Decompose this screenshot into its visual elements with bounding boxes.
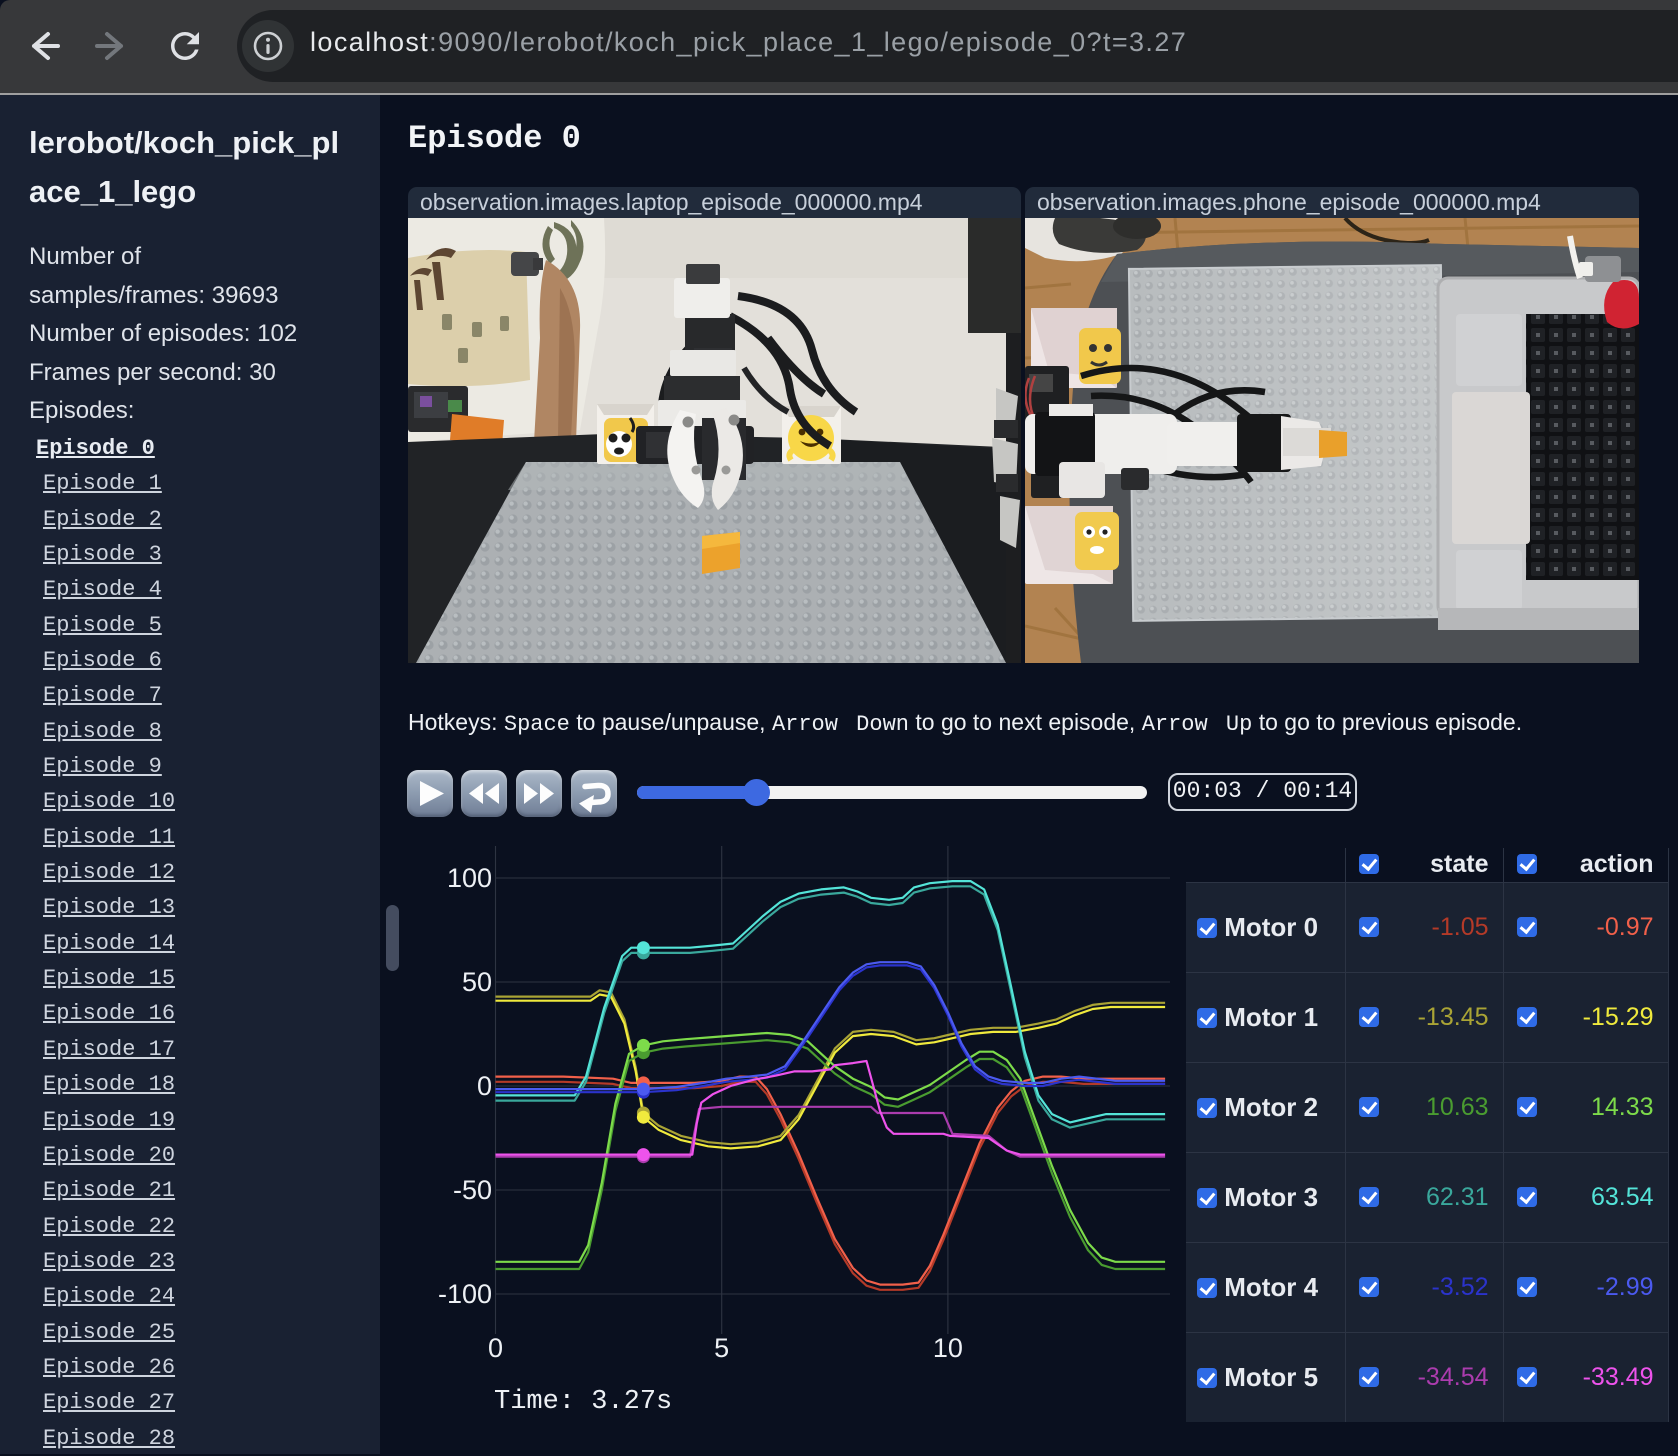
- svg-text:50: 50: [462, 967, 492, 997]
- svg-text:100: 100: [447, 863, 492, 893]
- svg-text:10: 10: [933, 1333, 963, 1363]
- svg-text:-50: -50: [453, 1175, 492, 1205]
- svg-text:0: 0: [477, 1071, 492, 1101]
- svg-text:5: 5: [714, 1333, 729, 1363]
- svg-text:0: 0: [488, 1333, 503, 1363]
- svg-text:-100: -100: [438, 1279, 492, 1309]
